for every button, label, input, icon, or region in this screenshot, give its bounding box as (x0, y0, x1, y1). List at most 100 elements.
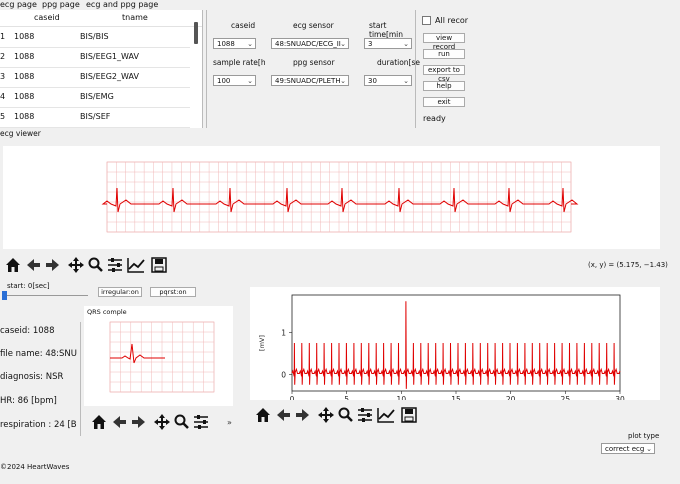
ecg-line-chart: 0 5 10 15 20 25 3010[mV] (258, 294, 625, 404)
line-chart-icon[interactable] (127, 258, 145, 273)
x-tick-label: 5 (344, 395, 349, 400)
table-row[interactable]: 4 1088 BIS/EMG (0, 87, 190, 108)
configure-icon[interactable] (194, 415, 208, 429)
configure-icon[interactable] (108, 258, 122, 272)
start-time-select[interactable]: 3 ⌄ (364, 38, 412, 49)
back-arrow-icon[interactable] (113, 416, 126, 428)
qrs-label: QRS comple (87, 308, 127, 316)
start-slider-thumb[interactable] (2, 291, 7, 300)
chart-toolbar (254, 406, 424, 424)
table-scrollbar[interactable] (194, 22, 198, 44)
pan-icon[interactable] (154, 414, 170, 430)
cell-caseid: 1088 (14, 92, 35, 101)
zoom-icon[interactable] (88, 257, 103, 272)
info-respiration: respiration : 24 [B (0, 420, 77, 430)
table-row[interactable]: 3 1088 BIS/EEG2_WAV (0, 67, 190, 88)
start-slider-track[interactable] (4, 295, 88, 296)
x-tick-label: 20 (506, 395, 516, 400)
info-heart-rate: HR: 86 [bpm] (0, 396, 57, 406)
x-tick-label: 25 (561, 395, 571, 400)
line-chart-icon[interactable] (377, 408, 395, 423)
row-index: 2 (0, 52, 6, 61)
start-time-value: 3 (368, 40, 373, 48)
home-icon[interactable] (6, 258, 20, 272)
pan-icon[interactable] (68, 257, 84, 273)
y-tick-label: 0 (281, 370, 286, 379)
forward-arrow-icon[interactable] (46, 259, 59, 271)
forward-arrow-icon[interactable] (296, 409, 309, 421)
zoom-icon[interactable] (174, 414, 189, 429)
home-icon[interactable] (256, 408, 270, 422)
info-file-name: file name: 48:SNU (0, 349, 77, 359)
y-tick-label: 1 (281, 329, 286, 338)
ppg-sensor-value: 49:SNUADC/PLETH (275, 77, 341, 85)
duration-value: 30 (368, 77, 377, 85)
table-row[interactable]: 1 1088 BIS/BIS (0, 27, 190, 48)
cell-tname: BIS/EEG2_WAV (80, 72, 139, 81)
ecg-viewer-label: ecg viewer (0, 129, 41, 138)
caseid-select[interactable]: 1088 ⌄ (213, 38, 256, 49)
cell-caseid: 1088 (14, 32, 35, 41)
save-icon[interactable] (401, 407, 417, 423)
tab-ecg-and-ppg-page[interactable]: ecg and ppg page (86, 0, 158, 9)
chevron-down-icon: ⌄ (403, 77, 409, 85)
caseid-value: 1088 (217, 40, 235, 48)
slider-label: start: 0[sec] (7, 282, 50, 290)
sample-rate-select[interactable]: 100 ⌄ (213, 75, 256, 86)
pan-icon[interactable] (318, 407, 334, 423)
back-arrow-icon[interactable] (27, 259, 40, 271)
plot-frame (291, 294, 621, 392)
column-header-tname[interactable]: tname (122, 13, 148, 22)
sample-rate-label: sample rate[h (213, 58, 266, 67)
cell-tname: BIS/EMG (80, 92, 114, 101)
x-tick-label: 10 (397, 395, 407, 400)
info-panel: caseid: 1088 file name: 48:SNU diagnosis… (0, 322, 81, 436)
ecg-grid (106, 161, 572, 233)
zoom-icon[interactable] (338, 407, 353, 422)
chevron-down-icon: ⌄ (403, 40, 409, 48)
control-panel: caseid ecg sensor start time[min 1088 ⌄ 4… (206, 10, 420, 128)
svg-text:»: » (227, 418, 232, 427)
table-row[interactable]: 5 1088 BIS/SEF (0, 107, 190, 128)
irregular-toggle[interactable]: irregular:on (98, 287, 142, 297)
cell-caseid: 1088 (14, 72, 35, 81)
info-diagnosis: diagnosis: NSR (0, 372, 64, 382)
duration-select[interactable]: 30 ⌄ (364, 75, 412, 86)
run-button[interactable]: run (423, 49, 465, 59)
all-record-checkbox[interactable] (422, 16, 431, 25)
ecg-viewer-panel (3, 146, 660, 249)
back-arrow-icon[interactable] (277, 409, 290, 421)
plot-type-select[interactable]: correct ecg ⌄ (601, 443, 655, 454)
ecg-plot-panel: 0 5 10 15 20 25 30 1 0 [mV] (250, 287, 660, 404)
tab-ecg-page[interactable]: ecg page (0, 0, 37, 9)
configure-icon[interactable] (358, 408, 372, 422)
info-caseid: caseid: 1088 (0, 326, 55, 336)
status-text: ready (423, 114, 446, 123)
export-to-csv-button[interactable]: export to csv (423, 65, 465, 83)
column-header-caseid[interactable]: caseid (34, 13, 60, 22)
ecg-sensor-label: ecg sensor (293, 21, 334, 30)
chevron-down-icon: ⌄ (340, 40, 346, 48)
tab-ppg-page[interactable]: ppg page (42, 0, 80, 9)
row-index: 4 (0, 92, 6, 101)
overflow-icon[interactable]: » (227, 418, 232, 427)
ppg-sensor-select[interactable]: 49:SNUADC/PLETH ⌄ (271, 75, 349, 86)
y-axis-label: [mV] (258, 335, 266, 351)
table-header: caseid tname (0, 10, 202, 27)
pqrst-toggle[interactable]: pqrst:on (150, 287, 196, 297)
ecg-sensor-select[interactable]: 48:SNUADC/ECG_II ⌄ (271, 38, 349, 49)
duration-label: duration[se (377, 58, 421, 67)
view-record-button[interactable]: view record (423, 33, 465, 51)
save-icon[interactable] (151, 257, 167, 273)
exit-button[interactable]: exit (423, 97, 465, 107)
cell-tname: BIS/SEF (80, 112, 111, 121)
chevron-down-icon: ⌄ (646, 445, 652, 453)
row-index: 1 (0, 32, 6, 41)
home-icon[interactable] (92, 415, 106, 429)
x-tick-label: 0 (290, 395, 295, 400)
table-row[interactable]: 2 1088 BIS/EEG1_WAV (0, 47, 190, 68)
ecg-strip-svg (101, 161, 579, 233)
help-button[interactable]: help (423, 81, 465, 91)
forward-arrow-icon[interactable] (132, 416, 145, 428)
chevron-down-icon: ⌄ (247, 77, 253, 85)
